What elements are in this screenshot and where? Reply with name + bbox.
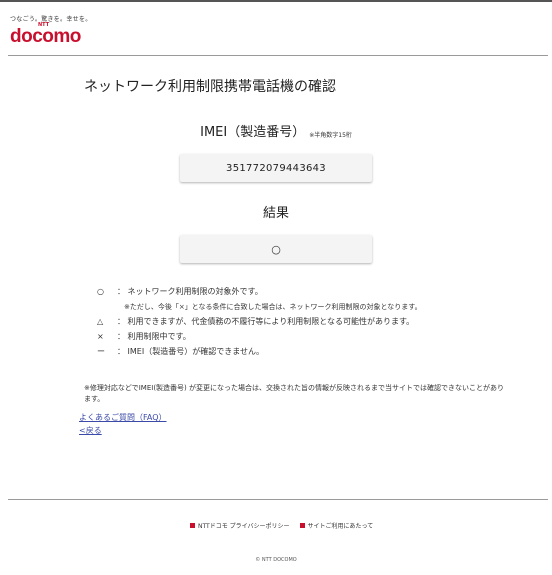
site-terms-link[interactable]: サイトご利用にあたって bbox=[299, 521, 374, 530]
imei-note: ※半角数字15桁 bbox=[309, 132, 352, 139]
legend-item-restricted: × ： 利用制限中です。 bbox=[97, 329, 422, 344]
legend-text: ※ただし、今後「×」となる条件に合致した場合は、ネットワーク利用制限の対象となり… bbox=[124, 303, 422, 311]
result-label: 結果 bbox=[262, 206, 289, 221]
privacy-policy-label: NTTドコモ プライバシーポリシー bbox=[198, 523, 290, 530]
copyright: © NTT DOCOMO bbox=[255, 557, 297, 563]
docomo-logo[interactable]: docomo bbox=[10, 27, 92, 46]
legend-text: ： 利用制限中です。 bbox=[117, 332, 191, 341]
footer-links: NTTドコモ プライバシーポリシー サイトご利用にあたって bbox=[190, 521, 373, 530]
result-value: ○ bbox=[271, 242, 281, 256]
faq-link[interactable]: よくあるご質問（FAQ） bbox=[79, 412, 167, 423]
repair-footnote: ※修理対応などでIMEI(製造番号) が変更になった場合は、交換された旨の情報が… bbox=[84, 384, 505, 403]
back-link[interactable]: <戻る bbox=[79, 425, 102, 436]
legend-symbol: ○ bbox=[97, 287, 104, 296]
legend-text: ： IMEI（製造番号）が確認できません。 bbox=[117, 347, 264, 356]
legend-text: ： 利用できますが、代金債務の不履行等により利用制限となる可能性があります。 bbox=[117, 317, 415, 326]
privacy-policy-link[interactable]: NTTドコモ プライバシーポリシー bbox=[190, 521, 290, 530]
imei-label: IMEI（製造番号） ※半角数字15桁 bbox=[0, 121, 552, 140]
footer-divider bbox=[8, 499, 548, 500]
legend-item-ok: ○ ： ネットワーク利用制限の対象外です。 bbox=[97, 284, 422, 299]
legend-symbol: ー bbox=[97, 347, 105, 356]
imei-field[interactable]: 351772079443643 bbox=[180, 154, 372, 182]
legend-text: ： ネットワーク利用制限の対象外です。 bbox=[117, 287, 263, 296]
legend-item-triangle: △ ： 利用できますが、代金債務の不履行等により利用制限となる可能性があります。 bbox=[97, 314, 422, 329]
legend-symbol: △ bbox=[97, 317, 104, 326]
site-terms-label: サイトご利用にあたって bbox=[307, 523, 374, 530]
imei-label-text: IMEI（製造番号） bbox=[200, 125, 306, 140]
legend-symbol: × bbox=[97, 332, 104, 341]
header-divider bbox=[8, 55, 548, 56]
bullet-icon bbox=[299, 523, 305, 528]
brand-tagline: つなごう。驚きを。幸せを。 bbox=[10, 16, 92, 23]
legend-item-unknown: ー ： IMEI（製造番号）が確認できません。 bbox=[97, 344, 422, 359]
result-field: ○ bbox=[180, 235, 372, 263]
site-header: つなごう。驚きを。幸せを。 NTT docomo bbox=[10, 14, 92, 46]
imei-value: 351772079443643 bbox=[226, 162, 326, 174]
bullet-icon bbox=[190, 523, 195, 528]
legend-item-ok-note: ※ただし、今後「×」となる条件に合致した場合は、ネットワーク利用制限の対象となり… bbox=[97, 299, 422, 314]
page-title: ネットワーク利用制限携帯電話機の確認 bbox=[84, 79, 336, 95]
top-border bbox=[0, 0, 552, 2]
result-legend: ○ ： ネットワーク利用制限の対象外です。 ※ただし、今後「×」となる条件に合致し… bbox=[97, 284, 422, 359]
